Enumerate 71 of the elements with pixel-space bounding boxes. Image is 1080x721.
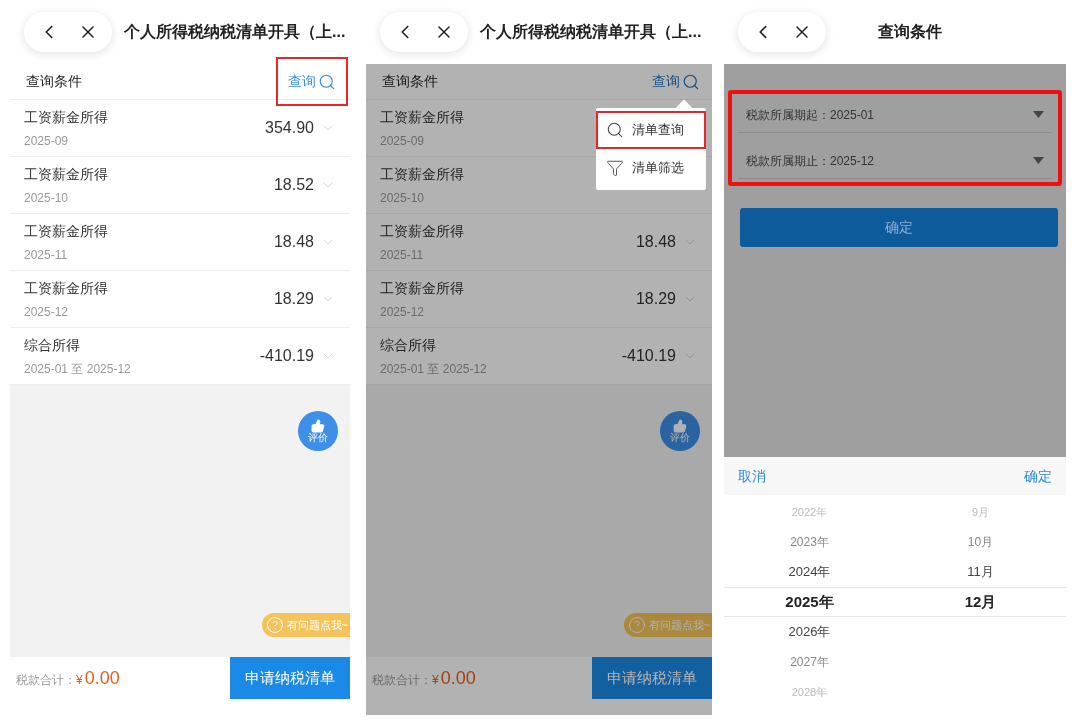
query-conditions-label: 查询条件 <box>382 72 438 91</box>
income-type: 工资薪金所得 <box>380 164 464 184</box>
thumbs-up-icon <box>311 419 325 433</box>
picker-option[interactable]: 2026年 <box>788 617 831 647</box>
tax-amount: 18.29 <box>273 289 314 309</box>
rate-badge[interactable]: 评价 <box>298 411 338 451</box>
picker-option[interactable]: 2027年 <box>790 647 829 677</box>
filter-icon <box>606 159 624 177</box>
period-select[interactable]: 税款所属期止：2025-12 <box>738 143 1052 179</box>
total-label: 税款合计： <box>16 671 76 689</box>
total-amount: 0.00 <box>440 666 476 690</box>
search-icon <box>682 72 700 91</box>
income-type: 工资薪金所得 <box>24 278 108 298</box>
tax-amount: 18.48 <box>635 232 676 252</box>
income-period: 2025-10 <box>380 189 426 207</box>
income-period: 2025-01 至 2025-12 <box>380 360 487 378</box>
help-icon <box>265 616 284 634</box>
income-period: 2025-12 <box>24 303 70 321</box>
income-period: 2025-09 <box>24 132 70 150</box>
tax-amount: 18.48 <box>273 232 314 252</box>
apply-button[interactable]: 申请纳税清单 <box>230 657 350 699</box>
dropdown-icon <box>1033 111 1044 118</box>
help-icon <box>627 616 646 634</box>
page-title: 个人所得税纳税清单开具（上... <box>480 22 702 42</box>
income-type: 工资薪金所得 <box>380 221 464 241</box>
search-icon <box>606 121 624 139</box>
total-label: 税款合计： <box>372 671 432 689</box>
ok-button[interactable]: 确定 <box>1024 465 1052 487</box>
picker-option[interactable]: 10月 <box>967 527 994 557</box>
income-period: 2025-09 <box>380 132 426 150</box>
picker-option[interactable]: 11月 <box>967 557 994 587</box>
cancel-button[interactable]: 取消 <box>738 465 766 487</box>
search-icon <box>318 72 336 91</box>
apply-button[interactable]: 申请纳税清单 <box>592 657 712 699</box>
page-title: 查询条件 <box>877 22 943 42</box>
tax-amount: 354.90 <box>265 118 314 138</box>
query-button[interactable]: 查询 <box>642 71 710 92</box>
picker-option[interactable]: 12月 <box>964 587 997 617</box>
income-type: 工资薪金所得 <box>24 107 108 127</box>
income-type: 工资薪金所得 <box>24 221 108 241</box>
query-button[interactable]: 查询 <box>276 57 348 106</box>
income-type: 工资薪金所得 <box>380 107 464 127</box>
income-period: 2025-11 <box>24 246 69 264</box>
tax-amount: -410.19 <box>621 346 676 366</box>
thumbs-up-icon <box>673 419 687 433</box>
picker-option[interactable]: 2023年 <box>790 527 829 557</box>
page-title: 个人所得税纳税清单开具（上... <box>124 22 346 42</box>
income-period: 2025-01 至 2025-12 <box>24 360 131 378</box>
picker-option[interactable]: 2024年 <box>788 557 831 587</box>
dropdown-icon <box>1033 157 1044 164</box>
income-type: 工资薪金所得 <box>24 164 108 184</box>
income-period: 2025-10 <box>24 189 70 207</box>
tax-amount: -410.19 <box>259 346 314 366</box>
income-period: 2025-12 <box>380 303 426 321</box>
currency-sign: ¥ <box>432 671 439 689</box>
period-label: 税款所属期止：2025-12 <box>746 152 875 170</box>
picker-option[interactable]: 2025年 <box>785 587 834 617</box>
income-type: 综合所得 <box>380 335 437 355</box>
tax-amount: 18.52 <box>273 175 314 195</box>
confirm-button[interactable]: 确定 <box>740 208 1058 247</box>
period-label: 税款所属期起：2025-01 <box>746 106 875 124</box>
rate-badge[interactable]: 评价 <box>660 411 700 451</box>
query-conditions-label: 查询条件 <box>26 72 82 91</box>
income-type: 综合所得 <box>24 335 81 355</box>
menu-item[interactable]: 清单查询 <box>596 111 706 149</box>
total-amount: 0.00 <box>84 666 120 690</box>
tax-amount: 18.29 <box>635 289 676 309</box>
currency-sign: ¥ <box>76 671 83 689</box>
income-period: 2025-11 <box>380 246 425 264</box>
income-type: 工资薪金所得 <box>380 278 464 298</box>
period-select[interactable]: 税款所属期起：2025-01 <box>738 97 1052 133</box>
